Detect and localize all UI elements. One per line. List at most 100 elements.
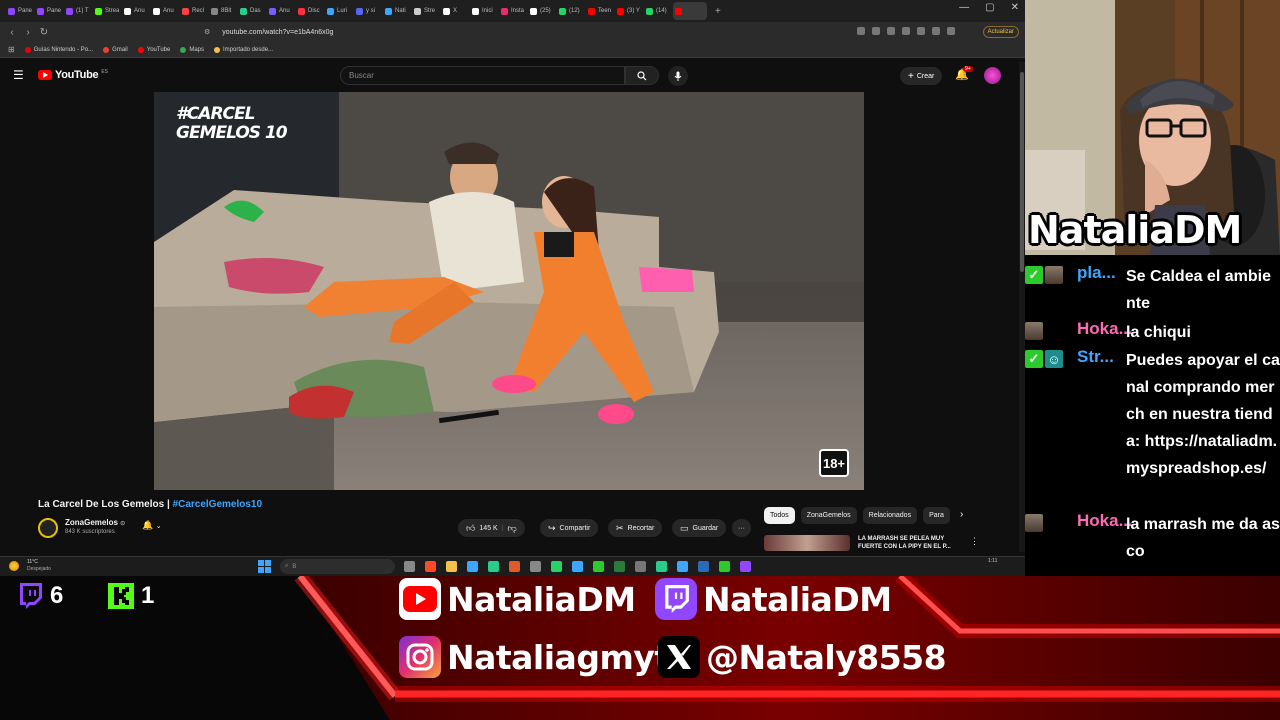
site-info-icon[interactable]: ⚙ (204, 28, 210, 36)
chat-username[interactable]: Str... (1077, 347, 1114, 367)
recommendation-thumbnail[interactable] (764, 535, 850, 551)
browser-tab[interactable]: X (441, 2, 467, 20)
menu-icon[interactable]: ☰ (13, 68, 24, 82)
browser-tab[interactable]: (14) (644, 2, 670, 20)
minimize-icon[interactable]: — (959, 2, 969, 13)
share-button[interactable]: ↪ Compartir (540, 519, 599, 537)
url-field[interactable]: ⚙ youtube.com/watch?v=e1bA4n6x0g (186, 25, 776, 39)
browser-tab[interactable]: Strea (93, 2, 119, 20)
filter-chip[interactable]: Relacionados (862, 507, 918, 524)
taskbar-app-icon[interactable] (614, 561, 625, 572)
taskbar-app-icon[interactable] (635, 561, 646, 572)
browser-tab[interactable]: Das (238, 2, 264, 20)
apps-grid-icon[interactable]: ⊞ (8, 45, 15, 54)
bookmark-item[interactable]: Maps (180, 46, 204, 53)
video-player[interactable]: #CARCEL GEMELOS 10 18+ (154, 92, 864, 490)
start-button[interactable] (258, 560, 271, 573)
chat-username[interactable]: Hoka... (1077, 511, 1133, 531)
search-input[interactable]: Buscar (340, 66, 625, 85)
taskbar-app-icon[interactable] (446, 561, 457, 572)
taskbar-app-icon[interactable] (698, 561, 709, 572)
browser-tab[interactable]: Anu (122, 2, 148, 20)
like-button[interactable]: 👍︎ 145 K (466, 523, 498, 534)
channel-avatar[interactable] (38, 518, 58, 538)
subscription-bell-button[interactable]: 🔔 ⌄ (142, 520, 162, 531)
chevron-right-icon[interactable]: › (960, 509, 963, 520)
taskbar-app-icon[interactable] (677, 561, 688, 572)
taskbar-app-icon[interactable] (551, 561, 562, 572)
extension-icon[interactable] (932, 27, 940, 35)
forward-icon[interactable]: › (20, 27, 36, 38)
bookmark-item[interactable]: Gmail (103, 46, 128, 53)
taskbar-app-icon[interactable] (740, 561, 751, 572)
browser-tab[interactable]: Disc (296, 2, 322, 20)
scroll-thumb[interactable] (1020, 72, 1024, 272)
search-button[interactable] (625, 66, 659, 85)
browser-tab[interactable]: Anu (151, 2, 177, 20)
bookmark-item[interactable]: Guías Nintendo - Po... (24, 46, 93, 53)
bookmark-item[interactable]: Importado desde... (214, 46, 273, 53)
chat-username[interactable]: pla... (1077, 263, 1116, 283)
recommendation-title[interactable]: LA MARRASH SE PELEA MUY FUERTE CON LA PI… (858, 536, 968, 552)
browser-tab[interactable]: Stre (412, 2, 438, 20)
extension-icon[interactable] (947, 27, 955, 35)
browser-tab[interactable]: Recl (180, 2, 206, 20)
taskbar-app-icon[interactable] (509, 561, 520, 572)
browser-tab[interactable]: Teen (586, 2, 612, 20)
maximize-icon[interactable]: ▢ (985, 2, 994, 13)
browser-tab[interactable] (673, 2, 707, 20)
close-icon[interactable]: ✕ (1011, 2, 1019, 13)
taskbar-app-icon[interactable] (530, 561, 541, 572)
chat-username[interactable]: Hoka... (1077, 319, 1133, 339)
filter-chip[interactable]: Para (923, 507, 950, 524)
filter-chip[interactable]: Todos (764, 507, 795, 524)
browser-tab[interactable]: (25) (528, 2, 554, 20)
back-icon[interactable]: ‹ (4, 27, 20, 38)
reload-icon[interactable]: ↻ (36, 27, 52, 38)
taskbar-app-icon[interactable] (656, 561, 667, 572)
new-tab-button[interactable]: + (715, 6, 721, 17)
bookmark-item[interactable]: YouTube (137, 46, 170, 53)
browser-tab[interactable]: Inici (470, 2, 496, 20)
avatar[interactable] (984, 67, 1001, 84)
extension-icon[interactable] (917, 27, 925, 35)
browser-tab[interactable]: Luri (325, 2, 351, 20)
browser-tab[interactable]: Insta (499, 2, 525, 20)
taskbar-search[interactable]: ⌕ B (280, 559, 395, 574)
taskbar-app-icon[interactable] (467, 561, 478, 572)
browser-tab[interactable]: Nati (383, 2, 409, 20)
filter-chip[interactable]: ZonaGemelos (800, 507, 857, 524)
browser-tab[interactable]: y si (354, 2, 380, 20)
taskbar-app-icon[interactable] (719, 561, 730, 572)
weather-sun-icon[interactable] (9, 561, 19, 571)
voice-search-button[interactable] (668, 66, 688, 86)
recommendation-menu-icon[interactable]: ⋮ (970, 536, 979, 547)
browser-tab[interactable]: Anu (267, 2, 293, 20)
taskbar-app-icon[interactable] (572, 561, 583, 572)
extension-icon[interactable] (872, 27, 880, 35)
browser-tab[interactable]: (12) (557, 2, 583, 20)
extension-icon[interactable] (887, 27, 895, 35)
youtube-logo[interactable]: YouTube ES (38, 69, 108, 81)
taskbar-app-icon[interactable] (488, 561, 499, 572)
tab-favicon-icon (414, 7, 421, 15)
update-button[interactable]: Actualizar (982, 26, 1019, 38)
taskbar-app-icon[interactable] (593, 561, 604, 572)
thumbs-down-icon[interactable]: 👎︎ (508, 523, 517, 534)
save-button[interactable]: ▭ Guardar (672, 519, 727, 537)
youtube-social: NataliaDM (399, 578, 636, 620)
browser-tab[interactable]: Panel (35, 2, 61, 20)
clip-button[interactable]: ✂ Recortar (608, 519, 663, 537)
browser-tab[interactable]: 8Bit (209, 2, 235, 20)
create-button[interactable]: + Crear (900, 67, 943, 85)
extension-icon[interactable] (902, 27, 910, 35)
extension-icon[interactable] (857, 27, 865, 35)
browser-tab[interactable]: Panel (6, 2, 32, 20)
taskbar-app-icon[interactable] (425, 561, 436, 572)
hashtag-link[interactable]: #CarcelGemelos10 (173, 499, 263, 510)
more-actions-button[interactable]: ··· (732, 519, 751, 537)
browser-tab[interactable]: (3) Y (615, 2, 641, 20)
browser-tab[interactable]: (1) T (64, 2, 90, 20)
taskbar-app-icon[interactable] (404, 561, 415, 572)
channel-name[interactable]: ZonaGemelos ⊙ (65, 518, 125, 527)
